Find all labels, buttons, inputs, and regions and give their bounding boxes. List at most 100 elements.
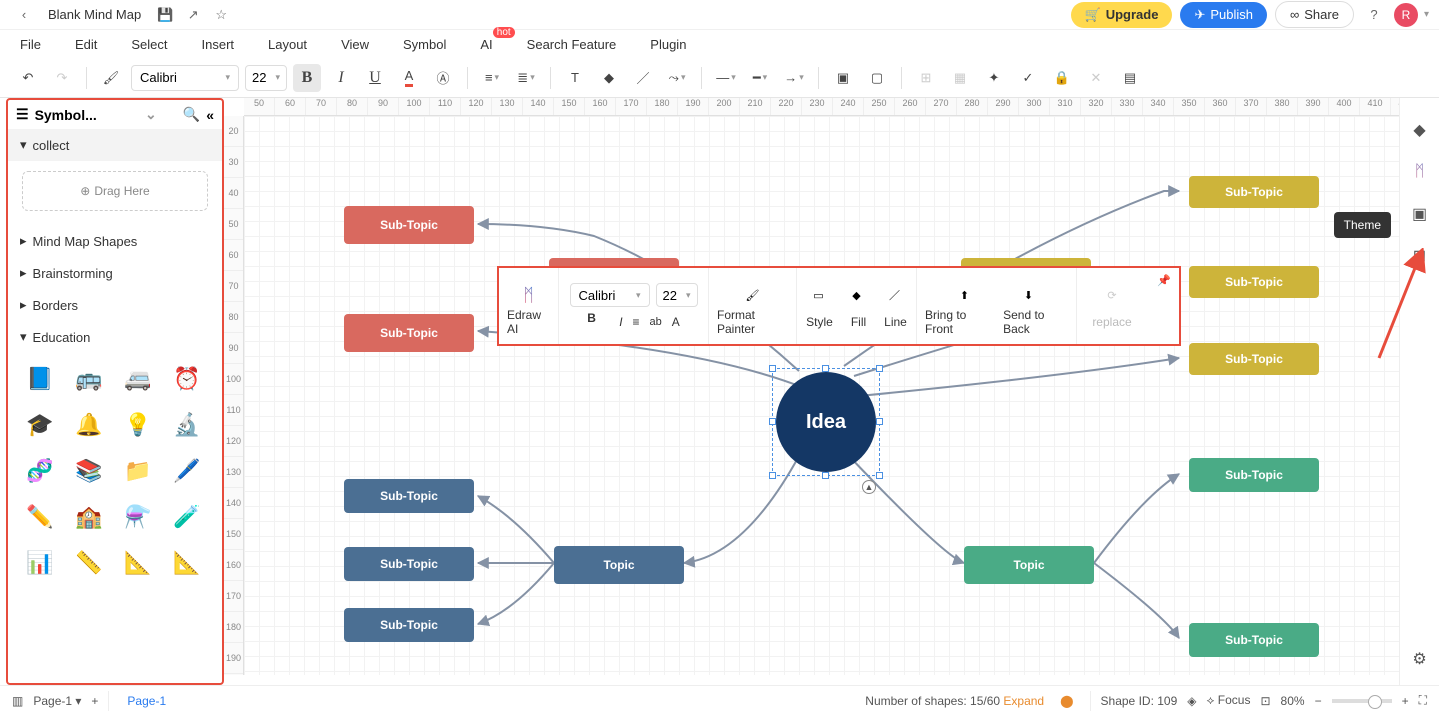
node-topic-blue[interactable]: Topic <box>554 546 684 584</box>
menu-ai[interactable]: AIhot <box>480 37 492 52</box>
page-selector[interactable]: Page-1 ▾ <box>33 694 81 708</box>
ctx-bold-button[interactable]: B <box>587 311 609 333</box>
menu-select[interactable]: Select <box>131 37 167 52</box>
section-education[interactable]: ▾Education <box>8 321 222 353</box>
align-button[interactable]: ⊞ <box>912 64 940 92</box>
lock-button[interactable]: 🔒 <box>1048 64 1076 92</box>
back-icon[interactable]: ‹ <box>12 3 36 27</box>
menu-search-feature[interactable]: Search Feature <box>527 37 617 52</box>
edu-icon[interactable]: 📊 <box>20 543 60 583</box>
node-subtopic-yellow[interactable]: Sub-Topic <box>1189 343 1319 375</box>
italic-button[interactable]: I <box>327 64 355 92</box>
distribute-button[interactable]: ▦ <box>946 64 974 92</box>
ctx-italic-button[interactable]: I <box>619 315 622 329</box>
highlight-button[interactable]: Ⓐ <box>429 64 457 92</box>
fill-icon[interactable]: ◆ <box>847 285 867 305</box>
menu-view[interactable]: View <box>341 37 369 52</box>
dock-fill-icon[interactable]: ◆ <box>1406 116 1434 144</box>
edu-icon[interactable]: 🔔 <box>69 405 109 445</box>
page-button[interactable]: ▢ <box>863 64 891 92</box>
ctx-size-select[interactable]: 22▾ <box>656 283 698 307</box>
bring-front-icon[interactable]: ⬆ <box>955 285 975 305</box>
align-left-button[interactable]: ≡ <box>478 64 506 92</box>
layers-icon[interactable]: ◈ <box>1187 694 1196 708</box>
zoom-in-icon[interactable]: + <box>1402 694 1409 708</box>
edu-icon[interactable]: 📐 <box>167 543 207 583</box>
help-icon[interactable]: ? <box>1362 3 1386 27</box>
edu-icon[interactable]: 🏫 <box>69 497 109 537</box>
edu-icon[interactable]: 🧬 <box>20 451 60 491</box>
node-subtopic-blue[interactable]: Sub-Topic <box>344 479 474 513</box>
outline-icon[interactable]: ▥ <box>12 694 23 708</box>
underline-button[interactable]: U <box>361 64 389 92</box>
node-topic-green[interactable]: Topic <box>964 546 1094 584</box>
fit-icon[interactable]: ⊡ <box>1260 694 1270 708</box>
edu-icon[interactable]: ⏰ <box>167 359 207 399</box>
ctx-fontcolor-button[interactable]: A <box>672 315 680 329</box>
node-subtopic-green[interactable]: Sub-Topic <box>1189 458 1319 492</box>
section-borders[interactable]: ▸Borders <box>8 289 222 321</box>
edu-icon[interactable]: 🎓 <box>20 405 60 445</box>
ctx-case-button[interactable]: ab <box>650 316 662 328</box>
arrow-end-button[interactable]: → <box>780 64 808 92</box>
ctx-fill[interactable]: Fill <box>851 315 866 329</box>
export-icon[interactable]: ↗ <box>181 3 205 27</box>
ctx-align-button[interactable]: ≡ <box>633 315 640 329</box>
arrow-start-button[interactable]: ━ <box>746 64 774 92</box>
section-mindmap[interactable]: ▸Mind Map Shapes <box>8 225 222 257</box>
node-subtopic-red[interactable]: Sub-Topic <box>344 206 474 244</box>
undo-icon[interactable]: ↶ <box>14 64 42 92</box>
share-button[interactable]: ∞ Share <box>1275 1 1354 28</box>
edu-icon[interactable]: 📐 <box>118 543 158 583</box>
avatar-dropdown-icon[interactable]: ▾ <box>1424 9 1429 20</box>
bold-button[interactable]: B <box>293 64 321 92</box>
connector-button[interactable]: ⤳ <box>663 64 691 92</box>
dock-settings-icon[interactable]: ⚙ <box>1406 645 1434 673</box>
align-vertical-button[interactable]: ≣ <box>512 64 540 92</box>
text-button[interactable]: T <box>561 64 589 92</box>
star-icon[interactable]: ☆ <box>209 3 233 27</box>
library-dropdown-icon[interactable]: ⌄ <box>145 106 157 123</box>
ctx-bring-to-front[interactable]: Bring to Front <box>925 308 991 336</box>
font-select[interactable]: Calibri▾ <box>131 65 239 91</box>
add-page-icon[interactable]: + <box>91 694 98 708</box>
line-icon[interactable]: ／ <box>885 285 905 305</box>
layers-button[interactable]: ▤ <box>1116 64 1144 92</box>
menu-symbol[interactable]: Symbol <box>403 37 446 52</box>
fill-button[interactable]: ◆ <box>595 64 623 92</box>
edu-icon[interactable]: 💡 <box>118 405 158 445</box>
edu-icon[interactable]: 📚 <box>69 451 109 491</box>
edu-icon[interactable]: 🚌 <box>69 359 109 399</box>
font-size-select[interactable]: 22▾ <box>245 65 287 91</box>
node-subtopic-yellow[interactable]: Sub-Topic <box>1189 176 1319 208</box>
ctx-line[interactable]: Line <box>884 315 907 329</box>
node-subtopic-blue[interactable]: Sub-Topic <box>344 608 474 642</box>
menu-file[interactable]: File <box>20 37 41 52</box>
upgrade-button[interactable]: 🛒 Upgrade <box>1071 2 1173 28</box>
canvas[interactable]: Sub-Topic Sub-Topic Sub-Topic Sub-Topic … <box>244 116 1439 675</box>
edu-icon[interactable]: ⚗️ <box>118 497 158 537</box>
pin-icon[interactable]: 📌 <box>1157 274 1171 287</box>
save-icon[interactable]: 💾 <box>153 3 177 27</box>
style-icon[interactable]: ▭ <box>809 285 829 305</box>
menu-layout[interactable]: Layout <box>268 37 307 52</box>
publish-button[interactable]: ✈ Publish <box>1180 2 1267 28</box>
node-idea[interactable]: Idea <box>776 372 876 472</box>
edu-icon[interactable]: 🖊️ <box>167 451 207 491</box>
ctx-format-painter[interactable]: Format Painter <box>717 312 788 332</box>
ctx-replace[interactable]: replace <box>1092 312 1131 332</box>
node-subtopic-yellow[interactable]: Sub-Topic <box>1189 266 1319 298</box>
zoom-out-icon[interactable]: − <box>1315 694 1322 708</box>
menu-plugin[interactable]: Plugin <box>650 37 686 52</box>
section-brainstorm[interactable]: ▸Brainstorming <box>8 257 222 289</box>
zoom-slider[interactable] <box>1332 699 1392 703</box>
dock-image-icon[interactable]: ▣ <box>1406 200 1434 228</box>
edu-icon[interactable]: 🚐 <box>118 359 158 399</box>
dock-ai-icon[interactable]: ᛗ <box>1406 158 1434 186</box>
menu-insert[interactable]: Insert <box>202 37 235 52</box>
edu-icon[interactable]: 📏 <box>69 543 109 583</box>
page-tab[interactable]: Page-1 <box>119 690 174 712</box>
send-back-icon[interactable]: ⬇ <box>1019 285 1039 305</box>
expand-handle-icon[interactable]: ▲ <box>862 480 876 494</box>
edu-icon[interactable]: 🔬 <box>167 405 207 445</box>
